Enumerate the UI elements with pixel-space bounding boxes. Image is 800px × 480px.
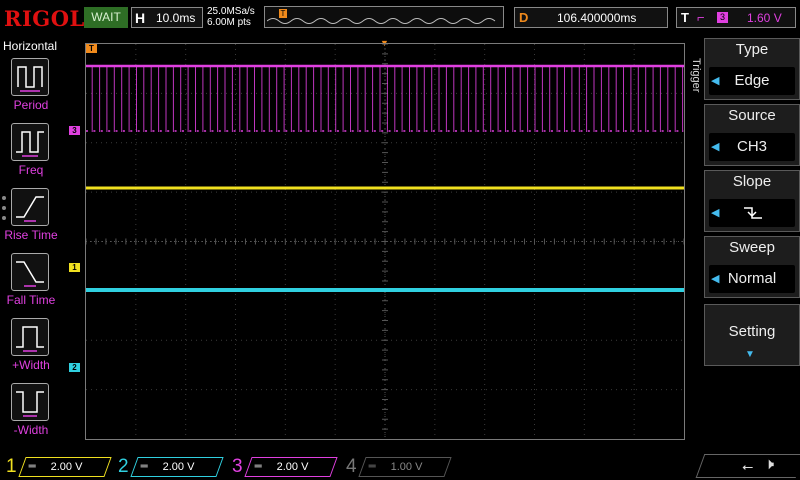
source-value-box: ◀ CH3 xyxy=(709,133,795,161)
trigger-level-value: 1.60 V xyxy=(747,11,782,25)
horizontal-label: H xyxy=(135,10,146,26)
fall-time-icon xyxy=(11,253,49,291)
slope-value-box: ◀ xyxy=(709,199,795,227)
timebase-box[interactable]: H 10.0ms xyxy=(131,7,203,28)
dc-coupling-icon: ═ xyxy=(140,461,148,472)
measure-freq-button[interactable]: Freq xyxy=(0,123,62,185)
fall-time-label: Fall Time xyxy=(6,293,56,307)
memory-overview-bar: T xyxy=(264,6,504,28)
ch2-offset-marker[interactable]: 2 xyxy=(69,363,80,372)
ch1-scale: 2.00 V xyxy=(50,461,83,473)
ch1-box: ═ 2.00 V xyxy=(18,457,112,477)
measure-negative-width-button[interactable]: -Width xyxy=(0,383,62,445)
ch1-number: 1 xyxy=(6,456,17,477)
trigger-slope-button[interactable]: Slope ◀ xyxy=(704,170,800,232)
left-measure-menu: Horizontal Period Freq Rise Time Fall Ti… xyxy=(0,36,62,444)
dc-coupling-icon: ═ xyxy=(254,461,262,472)
rigol-logo: RIGOL xyxy=(4,6,85,31)
sweep-value: Normal xyxy=(727,270,777,287)
negative-width-icon xyxy=(11,383,49,421)
measure-fall-time-button[interactable]: Fall Time xyxy=(0,253,62,315)
trigger-status-box[interactable]: T ⌐ 3 1.60 V xyxy=(676,7,796,28)
dc-coupling-icon: ═ xyxy=(28,461,36,472)
trigger-type-button[interactable]: Type ◀ Edge xyxy=(704,38,800,100)
ch3-box: ═ 2.00 V xyxy=(244,457,338,477)
dc-coupling-icon: ═ xyxy=(368,461,376,472)
ch2-scale: 2.00 V xyxy=(162,461,195,473)
ch3-scale: 2.00 V xyxy=(276,461,309,473)
rise-time-icon xyxy=(11,188,49,226)
sweep-title: Sweep xyxy=(729,239,775,256)
measure-rise-time-button[interactable]: Rise Time xyxy=(0,188,62,250)
trigger-label: T xyxy=(681,10,689,25)
ch2-number: 2 xyxy=(118,456,129,477)
falling-edge-icon: ⌐ xyxy=(697,10,705,25)
positive-width-icon xyxy=(11,318,49,356)
ch4-box: ═ 1.00 V xyxy=(358,457,452,477)
measure-period-button[interactable]: Period xyxy=(0,58,62,120)
delay-value: 106.400000ms xyxy=(557,11,637,25)
period-icon xyxy=(11,58,49,96)
top-status-bar: RIGOL WAIT H 10.0ms 25.0MSa/s 6.00M pts … xyxy=(0,0,800,36)
delay-box[interactable]: D 106.400000ms xyxy=(514,7,668,28)
trigger-level-marker[interactable]: T xyxy=(86,44,97,53)
source-value: CH3 xyxy=(736,138,767,155)
falling-edge-icon xyxy=(744,207,762,219)
speaker-muted-icon[interactable]: 🕨 xyxy=(764,456,774,474)
freq-label: Freq xyxy=(18,163,44,177)
rise-time-label: Rise Time xyxy=(4,228,58,242)
run-status-badge[interactable]: WAIT xyxy=(84,7,128,28)
memory-depth: 6.00M pts xyxy=(207,17,251,28)
chevron-down-icon: ▼ xyxy=(745,349,755,360)
ch3-number: 3 xyxy=(232,456,243,477)
freq-icon xyxy=(11,123,49,161)
waveform-overview-icon xyxy=(267,18,496,24)
delay-label: D xyxy=(519,10,529,25)
channel-bar: 1 ═ 2.00 V 2 ═ 2.00 V 3 ═ 2.00 V 4 ═ 1.0… xyxy=(0,452,800,480)
acquisition-info: 25.0MSa/s 6.00M pts xyxy=(207,6,255,28)
negative-width-label: -Width xyxy=(13,423,49,437)
timebase-value: 10.0ms xyxy=(156,11,196,25)
setting-label: Setting xyxy=(728,323,776,340)
trigger-sweep-button[interactable]: Sweep ◀ Normal xyxy=(704,236,800,298)
positive-width-label: +Width xyxy=(12,358,50,372)
slope-title: Slope xyxy=(732,173,772,190)
ch4-scale: 1.00 V xyxy=(390,461,423,473)
ch1-offset-marker[interactable]: 1 xyxy=(69,263,80,272)
measure-positive-width-button[interactable]: +Width xyxy=(0,318,62,380)
type-value-box: ◀ Edge xyxy=(709,67,795,95)
graticule xyxy=(86,44,684,439)
type-title: Type xyxy=(735,41,769,58)
trigger-source-button[interactable]: Source ◀ CH3 xyxy=(704,104,800,166)
trigger-menu: Type ◀ Edge Source ◀ CH3 Slope ◀ Sweep ◀… xyxy=(704,38,800,443)
waveform-display[interactable] xyxy=(85,43,685,440)
trigger-channel-badge: 3 xyxy=(717,12,728,23)
menu-title: Horizontal xyxy=(3,39,58,53)
period-label: Period xyxy=(13,98,49,112)
ch3-offset-marker[interactable]: 3 xyxy=(69,126,80,135)
ch4-number: 4 xyxy=(346,456,357,477)
trigger-setting-button[interactable]: Setting ▼ xyxy=(704,304,800,366)
usb-icon[interactable]: ⭠ xyxy=(742,458,753,475)
trigger-menu-label: Trigger xyxy=(690,58,702,93)
ch2-box: ═ 2.00 V xyxy=(130,457,224,477)
source-title: Source xyxy=(728,107,776,124)
type-value: Edge xyxy=(734,72,770,89)
arrow-left-icon: ◀ xyxy=(711,207,720,219)
sample-rate: 25.0MSa/s xyxy=(207,6,255,17)
sweep-value-box: ◀ Normal xyxy=(709,265,795,293)
